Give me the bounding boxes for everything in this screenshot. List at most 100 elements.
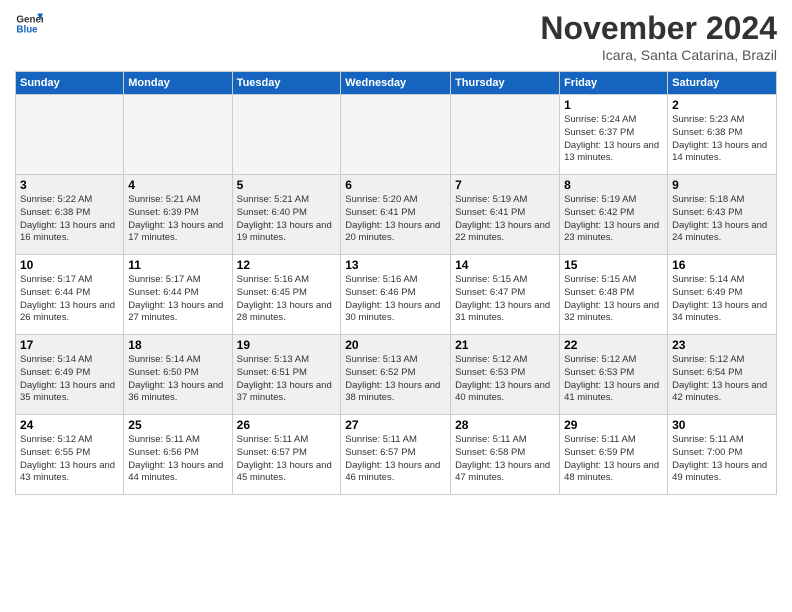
- day-number: 20: [345, 338, 446, 352]
- calendar-day-cell: 29 Sunrise: 5:11 AMSunset: 6:59 PMDayligh…: [560, 415, 668, 495]
- day-info: Sunrise: 5:12 AMSunset: 6:54 PMDaylight:…: [672, 354, 772, 405]
- day-info: Sunrise: 5:16 AMSunset: 6:46 PMDaylight:…: [345, 274, 446, 325]
- day-number: 10: [20, 258, 119, 272]
- day-number: 1: [564, 98, 663, 112]
- calendar-day-cell: [451, 95, 560, 175]
- calendar-day-cell: 3 Sunrise: 5:22 AMSunset: 6:38 PMDaylight…: [16, 175, 124, 255]
- calendar-day-cell: 4 Sunrise: 5:21 AMSunset: 6:39 PMDaylight…: [124, 175, 232, 255]
- calendar-day-cell: 25Sunrise: 5:11 AMSunset: 6:56 PMDayligh…: [124, 415, 232, 495]
- svg-text:Blue: Blue: [16, 24, 38, 35]
- day-number: 18: [128, 338, 227, 352]
- day-number: 17: [20, 338, 119, 352]
- calendar-day-cell: 5 Sunrise: 5:21 AMSunset: 6:40 PMDaylight…: [232, 175, 341, 255]
- day-number: 23: [672, 338, 772, 352]
- day-number: 24: [20, 418, 119, 432]
- title-section: November 2024 Icara, Santa Catarina, Bra…: [540, 10, 777, 63]
- day-number: 30: [672, 418, 772, 432]
- calendar-day-cell: 24 Sunrise: 5:12 AMSunset: 6:55 PMDayligh…: [16, 415, 124, 495]
- calendar-day-cell: 28 Sunrise: 5:11 AMSunset: 6:58 PMDayligh…: [451, 415, 560, 495]
- day-number: 28: [455, 418, 555, 432]
- calendar-week-row: 24 Sunrise: 5:12 AMSunset: 6:55 PMDayligh…: [16, 415, 777, 495]
- calendar-day-cell: 15 Sunrise: 5:15 AMSunset: 6:48 PMDayligh…: [560, 255, 668, 335]
- day-info: Sunrise: 5:12 AMSunset: 6:55 PMDaylight:…: [20, 434, 119, 485]
- calendar-day-cell: [16, 95, 124, 175]
- page-container: General Blue November 2024 Icara, Santa …: [0, 0, 792, 505]
- calendar-week-row: 10 Sunrise: 5:17 AMSunset: 6:44 PMDayligh…: [16, 255, 777, 335]
- calendar-day-cell: 18 Sunrise: 5:14 AMSunset: 6:50 PMDayligh…: [124, 335, 232, 415]
- location: Icara, Santa Catarina, Brazil: [540, 47, 777, 63]
- day-number: 15: [564, 258, 663, 272]
- header-thursday: Thursday: [451, 72, 560, 95]
- day-info: Sunrise: 5:12 AMSunset: 6:53 PMDaylight:…: [564, 354, 663, 405]
- header-monday: Monday: [124, 72, 232, 95]
- day-number: 25: [128, 418, 227, 432]
- day-number: 22: [564, 338, 663, 352]
- day-number: 7: [455, 178, 555, 192]
- day-number: 3: [20, 178, 119, 192]
- calendar-day-cell: 12Sunrise: 5:16 AMSunset: 6:45 PMDayligh…: [232, 255, 341, 335]
- logo-icon: General Blue: [15, 10, 43, 38]
- calendar-day-cell: 19 Sunrise: 5:13 AMSunset: 6:51 PMDayligh…: [232, 335, 341, 415]
- day-info: Sunrise: 5:20 AMSunset: 6:41 PMDaylight:…: [345, 194, 446, 245]
- calendar-day-cell: 13Sunrise: 5:16 AMSunset: 6:46 PMDayligh…: [341, 255, 451, 335]
- day-number: 29: [564, 418, 663, 432]
- month-title: November 2024: [540, 10, 777, 47]
- day-info: Sunrise: 5:22 AMSunset: 6:38 PMDaylight:…: [20, 194, 119, 245]
- calendar-day-cell: 1Sunrise: 5:24 AMSunset: 6:37 PMDaylight…: [560, 95, 668, 175]
- day-info: Sunrise: 5:19 AMSunset: 6:42 PMDaylight:…: [564, 194, 663, 245]
- calendar-day-cell: [232, 95, 341, 175]
- calendar-week-row: 17 Sunrise: 5:14 AMSunset: 6:49 PMDayligh…: [16, 335, 777, 415]
- logo: General Blue: [15, 10, 43, 38]
- calendar-day-cell: 27 Sunrise: 5:11 AMSunset: 6:57 PMDayligh…: [341, 415, 451, 495]
- day-info: Sunrise: 5:21 AMSunset: 6:39 PMDaylight:…: [128, 194, 227, 245]
- day-number: 19: [237, 338, 337, 352]
- day-info: Sunrise: 5:11 AMSunset: 6:57 PMDaylight:…: [345, 434, 446, 485]
- calendar-day-cell: [341, 95, 451, 175]
- calendar-week-row: 3 Sunrise: 5:22 AMSunset: 6:38 PMDaylight…: [16, 175, 777, 255]
- day-info: Sunrise: 5:15 AMSunset: 6:47 PMDaylight:…: [455, 274, 555, 325]
- day-info: Sunrise: 5:13 AMSunset: 6:51 PMDaylight:…: [237, 354, 337, 405]
- day-number: 26: [237, 418, 337, 432]
- calendar-day-cell: 2 Sunrise: 5:23 AMSunset: 6:38 PMDaylight…: [668, 95, 777, 175]
- header-wednesday: Wednesday: [341, 72, 451, 95]
- day-number: 5: [237, 178, 337, 192]
- day-info: Sunrise: 5:11 AMSunset: 7:00 PMDaylight:…: [672, 434, 772, 485]
- day-info: Sunrise: 5:16 AMSunset: 6:45 PMDaylight:…: [237, 274, 337, 325]
- calendar-day-cell: 30 Sunrise: 5:11 AMSunset: 7:00 PMDayligh…: [668, 415, 777, 495]
- calendar-day-cell: 21Sunrise: 5:12 AMSunset: 6:53 PMDayligh…: [451, 335, 560, 415]
- calendar-day-cell: 23 Sunrise: 5:12 AMSunset: 6:54 PMDayligh…: [668, 335, 777, 415]
- calendar-day-cell: 7Sunrise: 5:19 AMSunset: 6:41 PMDaylight…: [451, 175, 560, 255]
- day-info: Sunrise: 5:11 AMSunset: 6:58 PMDaylight:…: [455, 434, 555, 485]
- day-number: 4: [128, 178, 227, 192]
- day-number: 9: [672, 178, 772, 192]
- day-info: Sunrise: 5:13 AMSunset: 6:52 PMDaylight:…: [345, 354, 446, 405]
- day-info: Sunrise: 5:11 AMSunset: 6:57 PMDaylight:…: [237, 434, 337, 485]
- calendar-week-row: 1Sunrise: 5:24 AMSunset: 6:37 PMDaylight…: [16, 95, 777, 175]
- header-tuesday: Tuesday: [232, 72, 341, 95]
- calendar-day-cell: 10 Sunrise: 5:17 AMSunset: 6:44 PMDayligh…: [16, 255, 124, 335]
- day-number: 27: [345, 418, 446, 432]
- day-info: Sunrise: 5:15 AMSunset: 6:48 PMDaylight:…: [564, 274, 663, 325]
- header: General Blue November 2024 Icara, Santa …: [15, 10, 777, 63]
- calendar-day-cell: 8 Sunrise: 5:19 AMSunset: 6:42 PMDaylight…: [560, 175, 668, 255]
- day-number: 2: [672, 98, 772, 112]
- day-info: Sunrise: 5:17 AMSunset: 6:44 PMDaylight:…: [128, 274, 227, 325]
- calendar-day-cell: 16Sunrise: 5:14 AMSunset: 6:49 PMDayligh…: [668, 255, 777, 335]
- day-info: Sunrise: 5:14 AMSunset: 6:49 PMDaylight:…: [672, 274, 772, 325]
- header-friday: Friday: [560, 72, 668, 95]
- header-sunday: Sunday: [16, 72, 124, 95]
- day-number: 6: [345, 178, 446, 192]
- day-number: 8: [564, 178, 663, 192]
- day-info: Sunrise: 5:11 AMSunset: 6:59 PMDaylight:…: [564, 434, 663, 485]
- day-info: Sunrise: 5:23 AMSunset: 6:38 PMDaylight:…: [672, 114, 772, 165]
- day-info: Sunrise: 5:14 AMSunset: 6:49 PMDaylight:…: [20, 354, 119, 405]
- calendar-day-cell: 6 Sunrise: 5:20 AMSunset: 6:41 PMDaylight…: [341, 175, 451, 255]
- day-info: Sunrise: 5:17 AMSunset: 6:44 PMDaylight:…: [20, 274, 119, 325]
- calendar-table: Sunday Monday Tuesday Wednesday Thursday…: [15, 71, 777, 495]
- day-info: Sunrise: 5:21 AMSunset: 6:40 PMDaylight:…: [237, 194, 337, 245]
- header-saturday: Saturday: [668, 72, 777, 95]
- calendar-day-cell: 22 Sunrise: 5:12 AMSunset: 6:53 PMDayligh…: [560, 335, 668, 415]
- day-info: Sunrise: 5:12 AMSunset: 6:53 PMDaylight:…: [455, 354, 555, 405]
- day-info: Sunrise: 5:14 AMSunset: 6:50 PMDaylight:…: [128, 354, 227, 405]
- calendar-day-cell: 17 Sunrise: 5:14 AMSunset: 6:49 PMDayligh…: [16, 335, 124, 415]
